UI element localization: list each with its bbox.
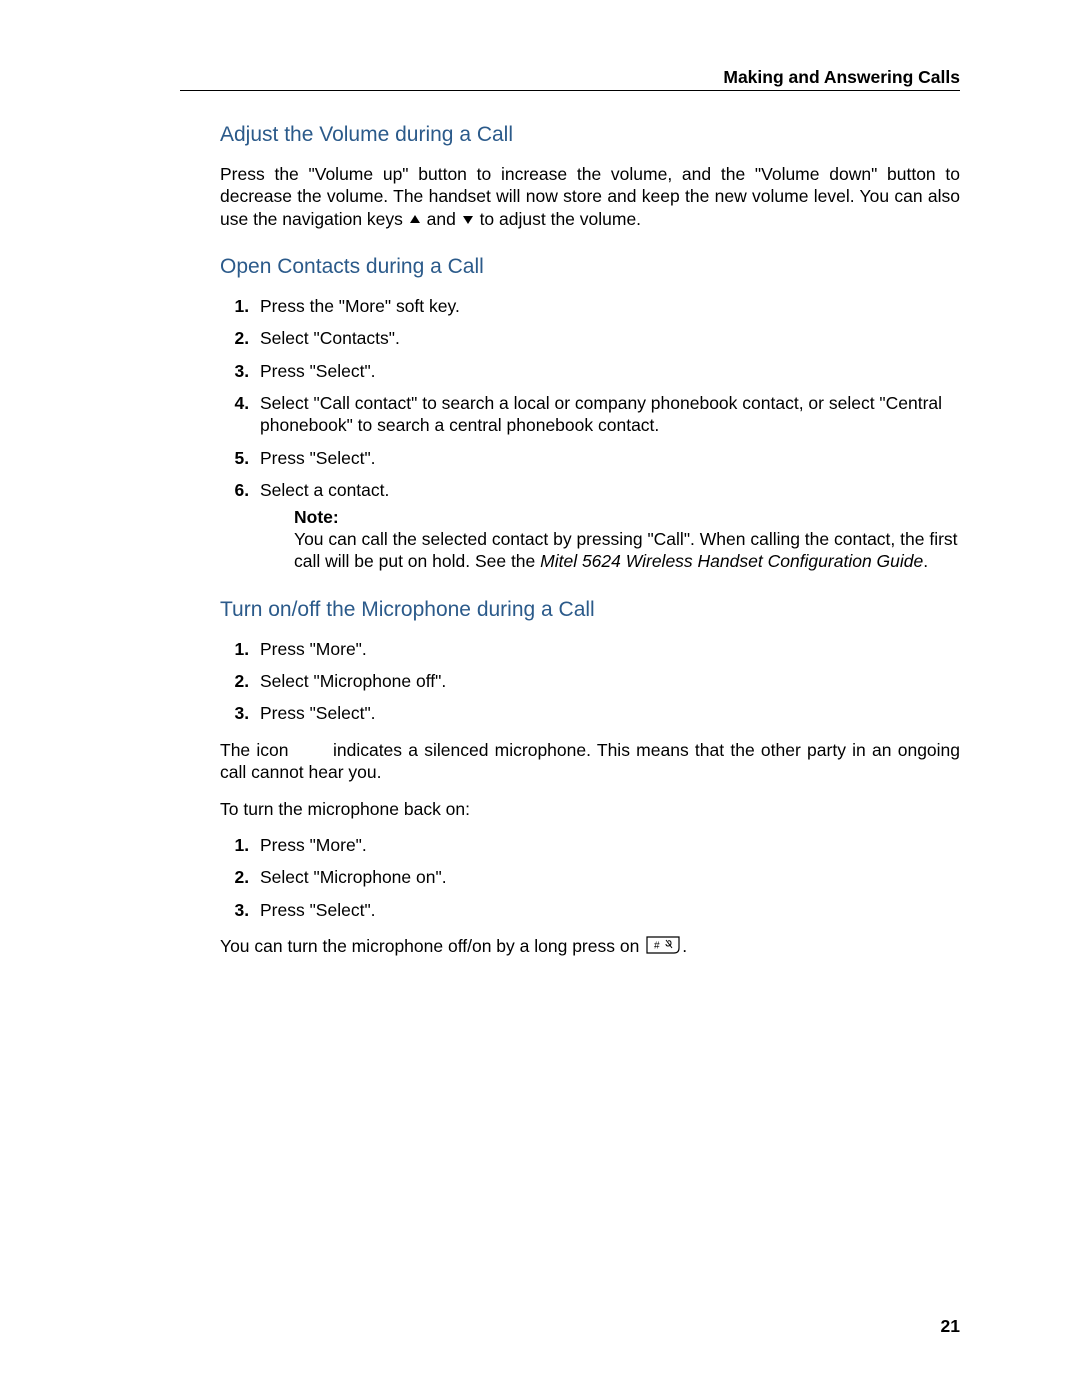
nav-up-icon: [410, 215, 420, 223]
section-heading-volume: Adjust the Volume during a Call: [220, 122, 960, 149]
running-head: Making and Answering Calls: [723, 66, 960, 88]
section-heading-microphone: Turn on/off the Microphone during a Call: [220, 597, 960, 624]
text-span: to adjust the volume.: [475, 209, 641, 229]
text-span: and: [422, 209, 461, 229]
list-item: Select "Microphone on".: [254, 866, 960, 888]
list-item: Select "Microphone off".: [254, 670, 960, 692]
contacts-steps-list: Press the "More" soft key. Select "Conta…: [220, 295, 960, 573]
list-item: Press "More".: [254, 834, 960, 856]
list-item: Select a contact. Note: You can call the…: [254, 479, 960, 573]
note-reference: Mitel 5624 Wireless Handset Configuratio…: [540, 551, 923, 571]
text-span: You can turn the microphone off/on by a …: [220, 936, 644, 956]
mic-back-on-intro: To turn the microphone back on:: [220, 798, 960, 820]
hash-mute-key-icon: #: [646, 936, 680, 959]
list-item: Press "Select".: [254, 702, 960, 724]
note-block: Note: You can call the selected contact …: [294, 506, 960, 573]
text-span: Select a contact.: [260, 480, 389, 500]
nav-down-icon: [463, 216, 473, 224]
list-item: Press "Select".: [254, 899, 960, 921]
document-page: Making and Answering Calls Adjust the Vo…: [0, 0, 1080, 1397]
text-span: .: [682, 936, 687, 956]
list-item: Select "Contacts".: [254, 327, 960, 349]
header-rule: [180, 90, 960, 91]
list-item: Press "More".: [254, 638, 960, 660]
mic-icon-paragraph: The icon indicates a silenced microphone…: [220, 739, 960, 784]
list-item: Select "Call contact" to search a local …: [254, 392, 960, 437]
note-label: Note:: [294, 507, 339, 527]
text-span: The icon: [220, 740, 295, 760]
text-span: .: [923, 551, 928, 571]
mic-on-steps-list: Press "More". Select "Microphone on". Pr…: [220, 834, 960, 921]
volume-paragraph: Press the "Volume up" button to increase…: [220, 163, 960, 230]
mic-off-steps-list: Press "More". Select "Microphone off". P…: [220, 638, 960, 725]
list-item: Press "Select".: [254, 447, 960, 469]
list-item: Press the "More" soft key.: [254, 295, 960, 317]
mic-longpress-paragraph: You can turn the microphone off/on by a …: [220, 935, 960, 959]
text-span: indicates a silenced microphone. This me…: [220, 740, 960, 782]
page-content: Adjust the Volume during a Call Press th…: [220, 122, 960, 959]
page-number: 21: [941, 1315, 960, 1337]
list-item: Press "Select".: [254, 360, 960, 382]
section-heading-contacts: Open Contacts during a Call: [220, 254, 960, 281]
svg-text:#: #: [654, 940, 660, 951]
